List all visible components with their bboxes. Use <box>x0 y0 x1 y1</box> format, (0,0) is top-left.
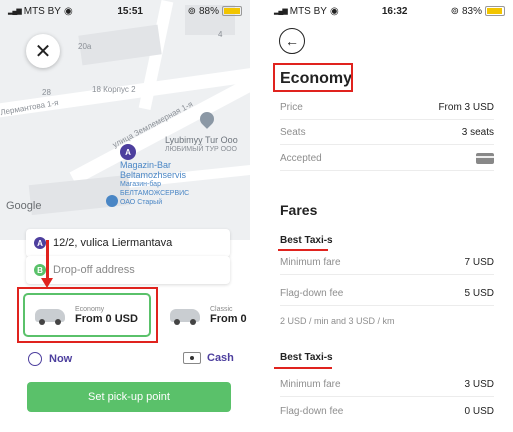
poi-subtitle: Магазин-бар <box>120 181 161 188</box>
battery-percent: 83% <box>461 5 482 17</box>
annotation-highlight <box>273 63 353 92</box>
info-value: 3 seats <box>461 126 494 138</box>
battery-percent: 88% <box>198 5 219 17</box>
pickup-address-field[interactable]: A 12/2, vulica Liermantava <box>26 229 230 257</box>
set-pickup-button[interactable]: Set pick-up point <box>27 382 231 412</box>
annotation-arrow <box>46 240 49 280</box>
tariff-price: From 0 <box>210 312 247 325</box>
info-row: Accepted <box>280 146 494 171</box>
pickup-marker-icon: A <box>120 144 136 160</box>
fare-note: 2 USD / min and 3 USD / km <box>280 316 395 326</box>
status-bar: ▂▄▆ MTS BY ◉ 15:51 ⊚ 88% <box>0 0 250 22</box>
fare-group-title: Best Taxi-s <box>280 235 333 246</box>
dropoff-address-field[interactable]: B Drop-off address <box>26 256 230 284</box>
fare-key: Minimum fare <box>280 378 341 390</box>
annotation-highlight <box>17 287 158 343</box>
fare-value: 7 USD <box>464 256 494 268</box>
fare-key: Flag-down fee <box>280 405 344 417</box>
dropoff-marker-icon: B <box>34 264 46 276</box>
annotation-underline <box>274 367 332 369</box>
carrier-name: MTS BY <box>23 5 61 17</box>
alarm-icon: ⊚ <box>187 5 196 17</box>
info-row: Seats 3 seats <box>280 120 494 145</box>
map-label: 20а <box>78 42 92 51</box>
tariff-classic[interactable]: Classic From 0 <box>170 293 250 337</box>
info-key: Seats <box>280 126 306 138</box>
poi-subtitle: ЛЮБИМЫЙ ТУР ООО <box>165 146 237 153</box>
schedule-label: Now <box>49 353 73 365</box>
shop-icon <box>106 195 118 207</box>
arrow-left-icon: ← <box>285 33 299 49</box>
pickup-marker-icon: A <box>34 237 46 249</box>
fare-row: Flag-down fee 0 USD <box>280 399 494 423</box>
fare-group-title: Best Taxi-s <box>280 352 333 363</box>
poi-subtitle: БЕЛТАМОЖСЕРВИС <box>120 190 190 197</box>
annotation-arrow-head <box>41 278 53 288</box>
car-icon <box>170 308 200 325</box>
wifi-icon: ◉ <box>63 5 73 17</box>
fares-heading: Fares <box>280 202 318 218</box>
clock-icon <box>28 352 42 366</box>
info-row: Price From 3 USD <box>280 95 494 120</box>
card-icon <box>476 152 494 164</box>
signal-icon: ▂▄▆ <box>274 8 288 15</box>
fare-value: 3 USD <box>464 378 494 390</box>
tariff-name: Classic <box>210 305 233 313</box>
battery-icon <box>485 6 505 16</box>
info-value: From 3 USD <box>438 101 494 113</box>
back-button[interactable]: ← <box>279 28 305 54</box>
pickup-address: 12/2, vulica Liermantava <box>53 237 173 249</box>
fare-row: Minimum fare 7 USD <box>280 250 494 275</box>
clock: 16:32 <box>381 5 408 17</box>
info-key: Accepted <box>280 152 322 164</box>
payment-method-button[interactable]: Cash <box>183 352 234 364</box>
signal-icon: ▂▄▆ <box>8 8 22 15</box>
payment-label: Cash <box>207 352 234 364</box>
dropoff-placeholder: Drop-off address <box>53 264 135 276</box>
fare-value: 0 USD <box>464 405 494 417</box>
poi-name: Beltamozhservis <box>120 170 187 180</box>
fare-value: 5 USD <box>464 287 494 299</box>
carrier-name: MTS BY <box>289 5 327 17</box>
wifi-icon: ◉ <box>329 5 339 17</box>
fare-row: Flag-down fee 5 USD <box>280 281 494 306</box>
cash-icon <box>183 352 201 364</box>
poi-name: Magazin-Bar <box>120 160 172 170</box>
info-key: Price <box>280 101 303 113</box>
poi-subtitle: ОАО Старый <box>120 199 163 206</box>
clock: 15:51 <box>117 5 143 17</box>
ride-order-screen: 20а 28 18 Корпус 2 Лермантова 1-я улица … <box>0 0 250 432</box>
map-label: 4 <box>218 30 223 39</box>
tariff-details-screen: ▂▄▆ MTS BY ◉ 16:32 ⊚ 83% ← Economy Price Fro… <box>266 0 513 432</box>
map-label: 28 <box>42 88 51 97</box>
map-label: 18 Корпус 2 <box>92 85 136 94</box>
close-button[interactable]: ✕ <box>26 34 60 68</box>
google-logo: Google <box>6 200 42 212</box>
status-bar: ▂▄▆ MTS BY ◉ 16:32 ⊚ 83% <box>266 0 513 22</box>
close-icon: ✕ <box>34 40 52 63</box>
alarm-icon: ⊚ <box>450 5 459 17</box>
fare-key: Minimum fare <box>280 256 341 268</box>
fare-row: Minimum fare 3 USD <box>280 372 494 397</box>
fare-key: Flag-down fee <box>280 287 344 299</box>
schedule-now-button[interactable]: Now <box>28 352 72 366</box>
battery-icon <box>222 6 242 16</box>
poi-name: Lyubimyy Tur Ooo <box>165 135 238 145</box>
